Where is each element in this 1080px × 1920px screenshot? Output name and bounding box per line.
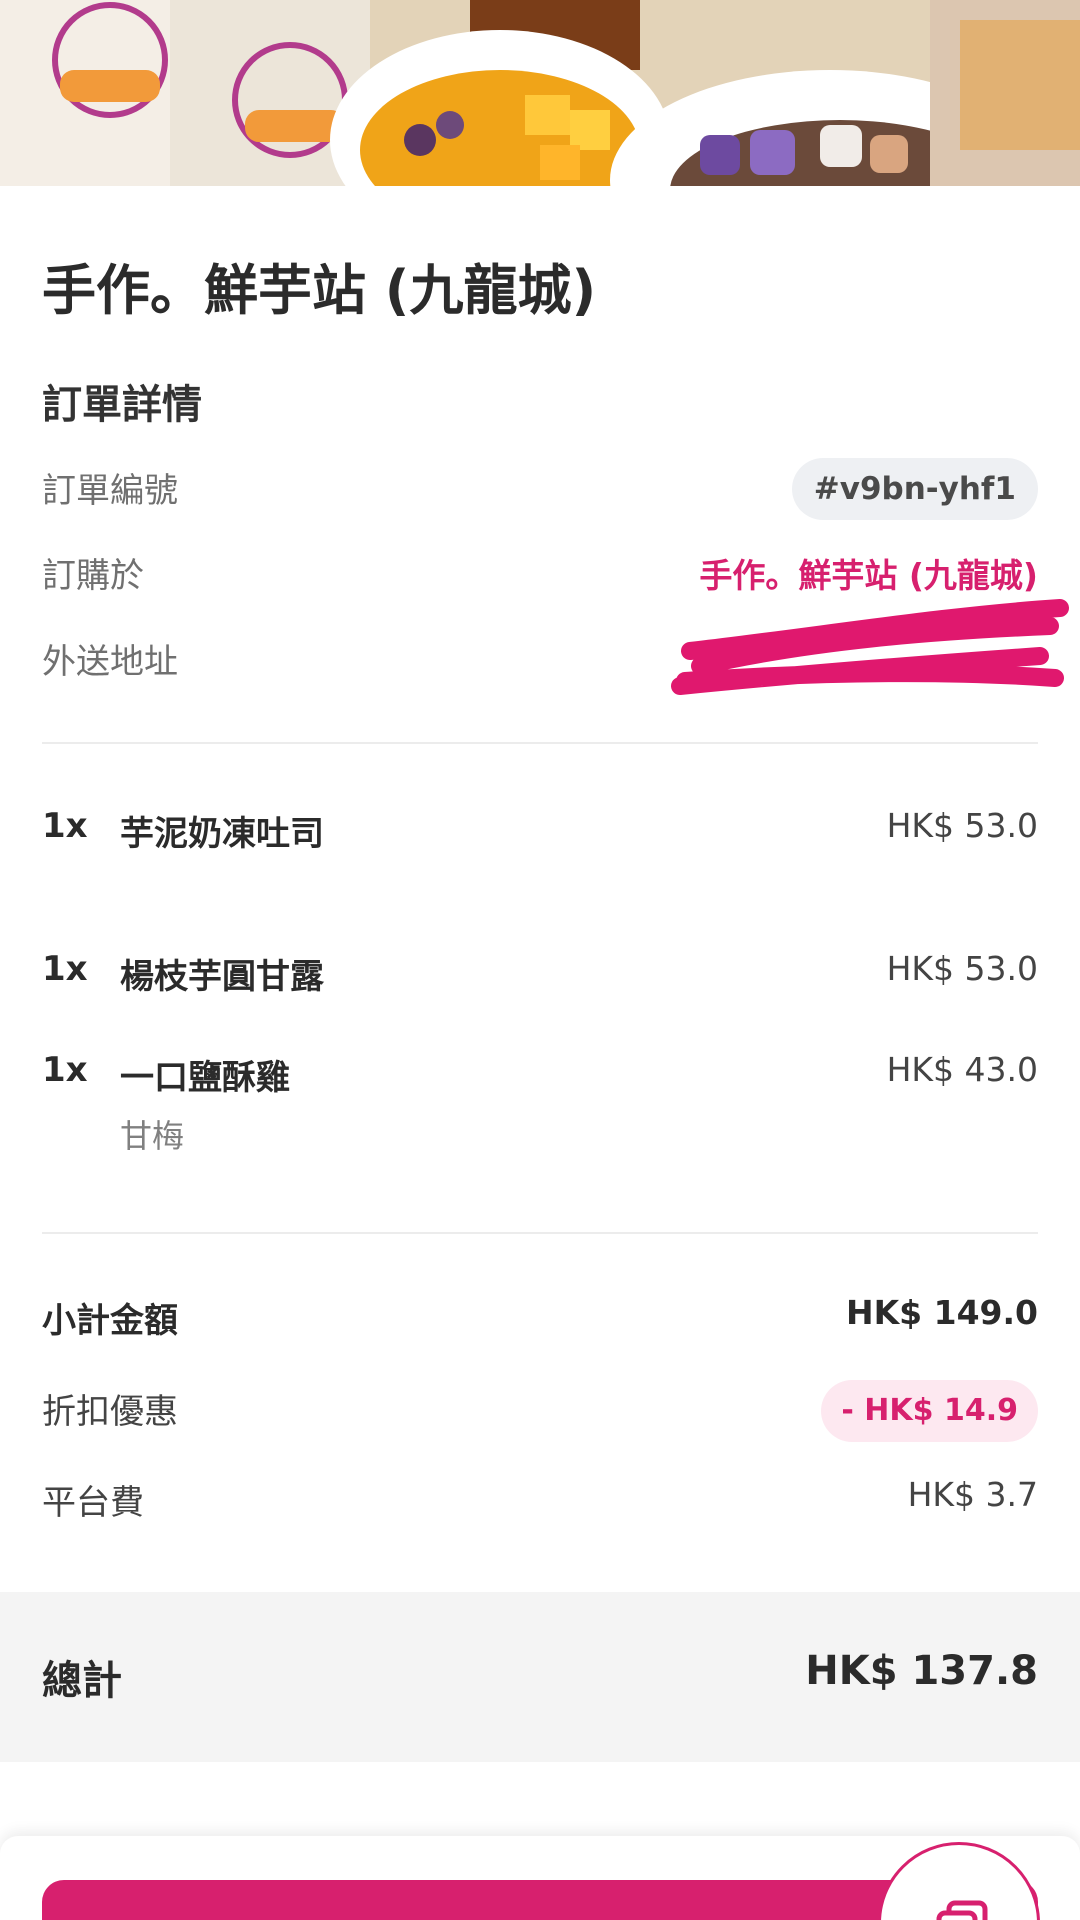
- copy-icon: [931, 1895, 993, 1920]
- item-price: HK$ 53.0: [886, 949, 1038, 988]
- platform-fee-value: HK$ 3.7: [907, 1475, 1038, 1514]
- discount-label: 折扣優惠: [42, 1392, 178, 1432]
- total-value: HK$ 137.8: [805, 1648, 1038, 1694]
- total-bar: 總計 HK$ 137.8: [0, 1592, 1080, 1762]
- total-label: 總計: [42, 1658, 122, 1704]
- subtotal-value: HK$ 149.0: [845, 1293, 1038, 1332]
- order-number-badge[interactable]: #v9bn-yhf1: [791, 458, 1038, 520]
- ordered-from-label: 訂購於: [42, 556, 144, 596]
- hero-food-illustration: [0, 0, 1080, 186]
- subtotal-label: 小計金額: [42, 1301, 178, 1341]
- item-qty: 1x: [42, 949, 88, 989]
- hero-image: [0, 0, 1080, 186]
- order-number-label: 訂單編號: [42, 471, 178, 511]
- item-qty: 1x: [42, 1050, 88, 1090]
- order-details-heading: 訂單詳情: [42, 382, 202, 428]
- redacted-address: [660, 586, 1080, 706]
- platform-fee-label: 平台費: [42, 1483, 144, 1523]
- item-price: HK$ 53.0: [886, 806, 1038, 845]
- item-price: HK$ 43.0: [886, 1050, 1038, 1089]
- shop-title: 手作。鮮芋站 (九龍城): [42, 259, 597, 322]
- item-option: 甘梅: [120, 1117, 185, 1155]
- item-name: 芋泥奶凍吐司: [120, 814, 324, 854]
- item-name: 一口鹽酥雞: [120, 1058, 290, 1098]
- divider: [42, 742, 1038, 744]
- redaction-scribble: [671, 599, 1069, 695]
- divider: [42, 1232, 1038, 1234]
- discount-badge: - HK$ 14.9: [821, 1380, 1038, 1442]
- item-name: 楊枝芋圓甘露: [120, 957, 324, 997]
- delivery-address-label: 外送地址: [42, 642, 178, 682]
- item-qty: 1x: [42, 806, 88, 846]
